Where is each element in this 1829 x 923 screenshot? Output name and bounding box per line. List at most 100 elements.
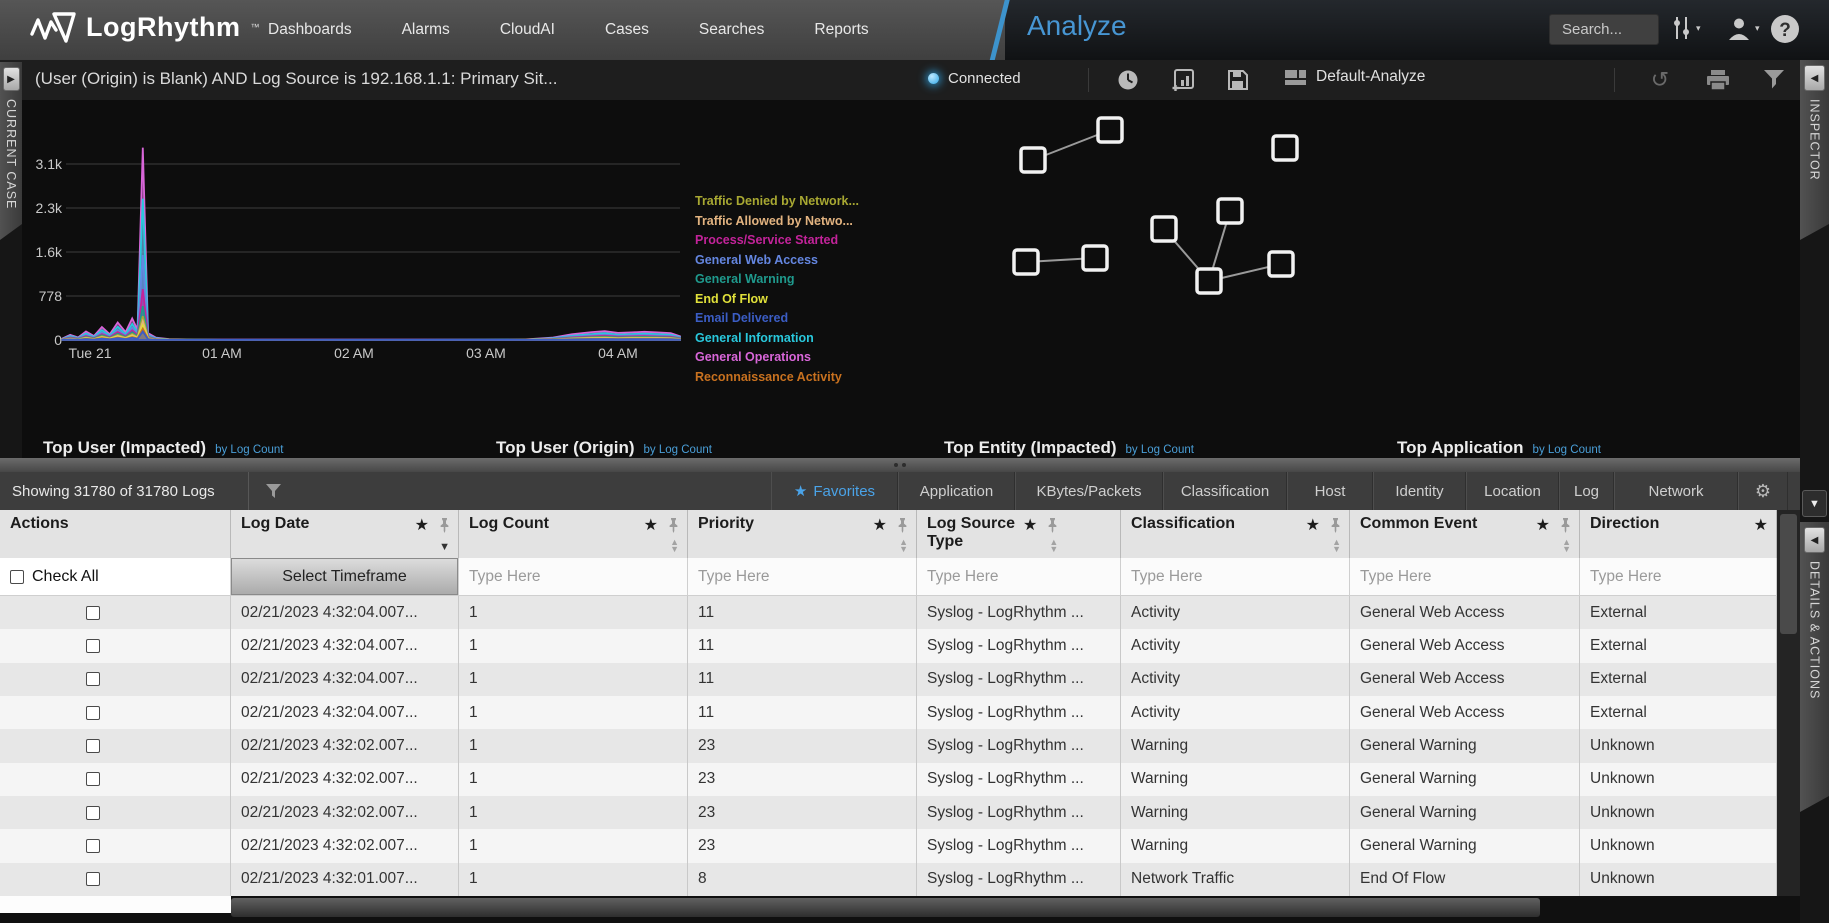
table-row-5[interactable]: 02/21/2023 4:32:02.007...123Syslog - Log…: [0, 763, 1777, 796]
gear-icon[interactable]: ⚙: [1738, 472, 1788, 510]
row-checkbox[interactable]: [86, 872, 100, 886]
sort-arrows-icon[interactable]: ▲▼: [899, 539, 908, 553]
filter-input-classification[interactable]: Type Here: [1121, 558, 1350, 595]
nav-item-dashboards[interactable]: Dashboards: [268, 21, 352, 39]
collapse-left-icon[interactable]: ◀: [1804, 65, 1825, 91]
filter-cell-log-date[interactable]: Select Timeframe: [231, 558, 459, 595]
logs-filter-icon[interactable]: [265, 472, 282, 510]
current-case-tab[interactable]: ▶ CURRENT CASE: [0, 62, 22, 240]
row-checkbox[interactable]: [86, 706, 100, 720]
add-widget-icon[interactable]: [1170, 68, 1194, 92]
filter-input-log-source-type[interactable]: Type Here: [917, 558, 1121, 595]
horizontal-scrollbar[interactable]: [0, 896, 1800, 923]
graph-node-4[interactable]: [1218, 199, 1242, 223]
graph-node-2[interactable]: [1273, 136, 1297, 160]
table-row-1[interactable]: 02/21/2023 4:32:04.007...111Syslog - Log…: [0, 629, 1777, 662]
graph-node-8[interactable]: [1269, 252, 1293, 276]
graph-node-5[interactable]: [1014, 250, 1038, 274]
legend-item-traffic-allowed-by-netwo[interactable]: Traffic Allowed by Netwo...: [695, 212, 859, 232]
filter-input-log-count[interactable]: Type Here: [459, 558, 688, 595]
star-icon[interactable]: ★: [644, 515, 658, 535]
table-row-3[interactable]: 02/21/2023 4:32:04.007...111Syslog - Log…: [0, 696, 1777, 729]
layout-selector[interactable]: Default-Analyze: [1285, 68, 1425, 86]
tab-host[interactable]: Host: [1287, 472, 1373, 510]
row-checkbox[interactable]: [86, 839, 100, 853]
undo-icon[interactable]: ↺: [1648, 68, 1672, 92]
widget-metric-link[interactable]: by Log Count: [1126, 444, 1194, 456]
star-icon[interactable]: ★: [1754, 515, 1768, 535]
column-header-direction[interactable]: Direction★: [1580, 510, 1777, 558]
filter-input-direction[interactable]: Type Here: [1580, 558, 1777, 595]
user-menu-icon[interactable]: ▾: [1727, 16, 1760, 41]
vertical-scrollbar[interactable]: [1777, 510, 1800, 896]
table-row-4[interactable]: 02/21/2023 4:32:02.007...123Syslog - Log…: [0, 729, 1777, 762]
tab-log[interactable]: Log: [1559, 472, 1614, 510]
tab-network[interactable]: Network: [1614, 472, 1738, 510]
collapse-down-icon[interactable]: ▼: [1802, 490, 1827, 517]
search-button[interactable]: Search...: [1549, 14, 1659, 45]
pin-icon[interactable]: [897, 518, 908, 533]
logrhythm-logo[interactable]: LogRhythm™: [30, 10, 259, 44]
widget-metric-link[interactable]: by Log Count: [1533, 444, 1601, 456]
filter-input-common-event[interactable]: Type Here: [1350, 558, 1580, 595]
row-checkbox[interactable]: [86, 672, 100, 686]
nav-item-cases[interactable]: Cases: [605, 21, 649, 39]
filter-icon[interactable]: [1762, 68, 1786, 92]
preferences-sliders-icon[interactable]: ▾: [1671, 16, 1701, 40]
column-header-priority[interactable]: Priority★▲▼: [688, 510, 917, 558]
pin-icon[interactable]: [1047, 518, 1058, 533]
sort-arrows-icon[interactable]: ▲▼: [1332, 539, 1341, 553]
legend-item-email-delivered[interactable]: Email Delivered: [695, 309, 859, 329]
column-header-log-source-type[interactable]: Log Source Type★▲▼: [917, 510, 1121, 558]
legend-item-general-information[interactable]: General Information: [695, 329, 859, 349]
column-header-log-count[interactable]: Log Count★▲▼: [459, 510, 688, 558]
nav-item-searches[interactable]: Searches: [699, 21, 764, 39]
save-icon[interactable]: [1226, 68, 1250, 92]
sort-arrows-icon[interactable]: ▲▼: [1562, 539, 1571, 553]
tab-application[interactable]: Application: [898, 472, 1015, 510]
query-title[interactable]: (User (Origin) is Blank) AND Log Source …: [35, 69, 557, 89]
row-checkbox[interactable]: [86, 639, 100, 653]
expand-right-icon[interactable]: ▶: [3, 67, 20, 91]
tab-location[interactable]: Location: [1466, 472, 1559, 510]
legend-item-reconnaissance-activity[interactable]: Reconnaissance Activity: [695, 368, 859, 388]
column-header-actions[interactable]: Actions: [0, 510, 231, 558]
details-actions-tab[interactable]: ◀ DETAILS & ACTIONS: [1800, 522, 1829, 812]
logs-trend-chart[interactable]: 07781.6k2.3k3.1kTue 2101 AM02 AM03 AM04 …: [0, 100, 1800, 458]
star-icon[interactable]: ★: [1306, 515, 1320, 535]
sort-arrows-icon[interactable]: ▲▼: [670, 539, 679, 553]
graph-node-7[interactable]: [1197, 269, 1221, 293]
panel-splitter-handle[interactable]: [0, 458, 1800, 472]
row-checkbox[interactable]: [86, 606, 100, 620]
pin-icon[interactable]: [439, 518, 450, 533]
table-row-8[interactable]: 02/21/2023 4:32:01.007...18Syslog - LogR…: [0, 863, 1777, 896]
widget-metric-link[interactable]: by Log Count: [644, 444, 712, 456]
legend-item-general-operations[interactable]: General Operations: [695, 348, 859, 368]
filter-cell-actions[interactable]: Check All: [0, 558, 231, 595]
column-header-common-event[interactable]: Common Event★▲▼: [1350, 510, 1580, 558]
legend-item-process-service-started[interactable]: Process/Service Started: [695, 231, 859, 251]
check-all-checkbox[interactable]: [10, 570, 24, 584]
row-checkbox[interactable]: [86, 739, 100, 753]
tab-favorites[interactable]: ★Favorites: [771, 472, 898, 510]
print-icon[interactable]: [1706, 68, 1730, 92]
table-row-0[interactable]: 02/21/2023 4:32:04.007...111Syslog - Log…: [0, 596, 1777, 629]
graph-node-0[interactable]: [1021, 148, 1045, 172]
collapse-left-icon[interactable]: ◀: [1804, 527, 1825, 553]
tab-kbytes-packets[interactable]: KBytes/Packets: [1015, 472, 1163, 510]
legend-item-general-web-access[interactable]: General Web Access: [695, 251, 859, 271]
sort-arrows-icon[interactable]: ▲▼: [1049, 539, 1058, 553]
pin-icon[interactable]: [668, 518, 679, 533]
tab-classification[interactable]: Classification: [1163, 472, 1287, 510]
vertical-scrollbar-thumb[interactable]: [1780, 514, 1797, 634]
row-checkbox[interactable]: [86, 772, 100, 786]
pin-icon[interactable]: [1560, 518, 1571, 533]
table-row-6[interactable]: 02/21/2023 4:32:02.007...123Syslog - Log…: [0, 796, 1777, 829]
pin-icon[interactable]: [1330, 518, 1341, 533]
graph-node-1[interactable]: [1098, 118, 1122, 142]
star-icon[interactable]: ★: [1023, 515, 1037, 535]
graph-node-6[interactable]: [1083, 246, 1107, 270]
tab-identity[interactable]: Identity: [1373, 472, 1466, 510]
nav-item-alarms[interactable]: Alarms: [402, 21, 450, 39]
time-range-icon[interactable]: [1116, 68, 1140, 92]
